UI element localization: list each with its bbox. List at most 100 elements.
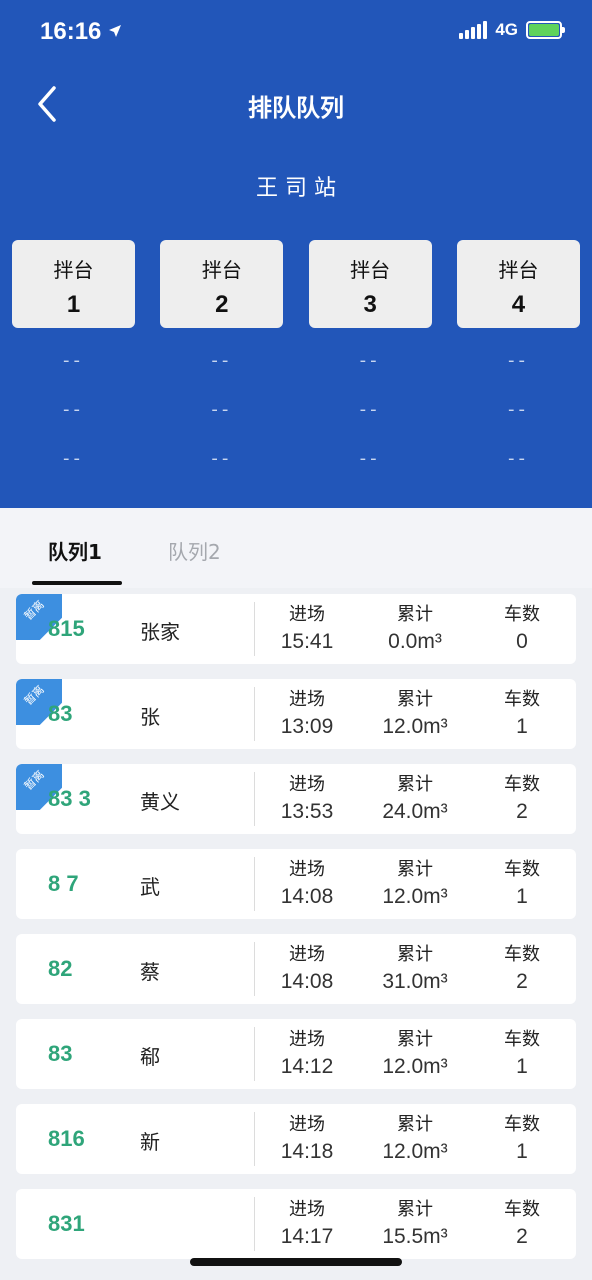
total-cell: 累计 15.5m³ <box>360 1195 470 1249</box>
total-cell: 累计 0.0m³ <box>360 600 470 654</box>
total-cell: 累计 12.0m³ <box>360 1025 470 1079</box>
entry-cell: 进场 15:41 <box>252 600 362 654</box>
slot-placeholder: -- <box>63 448 84 469</box>
slot-placeholder: -- <box>359 350 381 371</box>
entry-label: 进场 <box>289 1199 325 1220</box>
bay-1-button[interactable]: 拌台 1 <box>12 240 135 328</box>
count-label: 车数 <box>504 774 540 795</box>
entry-time: 13:09 <box>280 715 334 738</box>
count-cell: 车数 2 <box>467 770 577 824</box>
bay-2-slots: -- -- -- <box>160 348 283 495</box>
status-time: 16:16 <box>40 18 102 45</box>
tab-queue-2[interactable]: 队列2 <box>168 536 221 565</box>
slot-placeholder: -- <box>507 448 529 469</box>
entry-time: 14:08 <box>280 970 334 993</box>
queue-row[interactable]: 83 郗 进场 14:12 累计 12.0m³ 车数 1 <box>16 1019 576 1089</box>
battery-charging-icon <box>526 21 565 39</box>
home-indicator[interactable] <box>190 1258 402 1266</box>
entry-cell: 进场 13:53 <box>252 770 362 824</box>
total-volume: 12.0m³ <box>382 715 448 738</box>
count-cell: 车数 1 <box>467 1110 577 1164</box>
entry-cell: 进场 14:08 <box>252 940 362 994</box>
entry-label: 进场 <box>289 1029 325 1050</box>
slot-placeholder: -- <box>507 350 529 371</box>
bay-list: 拌台 1 拌台 2 拌台 3 拌台 4 <box>12 240 580 328</box>
plate-number: 83 3 <box>48 786 91 811</box>
total-label: 累计 <box>397 1029 433 1050</box>
queue-row[interactable]: 暂离 83 张 进场 13:09 累计 12.0m³ 车数 1 <box>16 679 576 749</box>
queue-tabs: 队列1 队列2 <box>0 508 592 588</box>
bay-3-slots: -- -- -- <box>309 348 432 495</box>
count-label: 车数 <box>504 1114 540 1135</box>
entry-label: 进场 <box>289 604 325 625</box>
status-right: 4G <box>459 20 565 40</box>
count-label: 车数 <box>504 1029 540 1050</box>
network-type: 4G <box>495 20 518 39</box>
queue-row[interactable]: 831 进场 14:17 累计 15.5m³ 车数 2 <box>16 1189 576 1259</box>
queue-row[interactable]: 816 新 进场 14:18 累计 12.0m³ 车数 1 <box>16 1104 576 1174</box>
queue-row[interactable]: 暂离 83 3 黄义 进场 13:53 累计 24.0m³ 车数 2 <box>16 764 576 834</box>
total-volume: 15.5m³ <box>382 1225 448 1248</box>
trip-count: 2 <box>516 1225 528 1248</box>
total-label: 累计 <box>397 604 433 625</box>
count-label: 车数 <box>504 944 540 965</box>
bay-number: 2 <box>215 291 229 318</box>
total-volume: 12.0m³ <box>382 1055 448 1078</box>
trip-count: 0 <box>516 630 528 653</box>
bay-label: 拌台 <box>201 258 242 282</box>
station-name: 王 司 站 <box>256 176 336 201</box>
slot-placeholder: -- <box>359 448 381 469</box>
status-bar: 16:16 4G <box>0 0 592 64</box>
tab-active-indicator <box>32 581 122 585</box>
slot-placeholder: -- <box>211 350 233 371</box>
bay-3-button[interactable]: 拌台 3 <box>308 240 432 328</box>
entry-cell: 进场 14:18 <box>252 1110 362 1164</box>
bay-4-slots: -- -- -- <box>457 348 580 495</box>
count-label: 车数 <box>504 689 540 710</box>
slot-placeholder: -- <box>507 399 529 420</box>
total-volume: 12.0m³ <box>382 1140 448 1163</box>
entry-cell: 进场 14:17 <box>252 1195 362 1249</box>
total-cell: 累计 12.0m³ <box>360 855 470 909</box>
entry-time: 15:41 <box>280 630 334 653</box>
bay-number: 3 <box>363 291 377 318</box>
entry-label: 进场 <box>289 1114 325 1135</box>
total-cell: 累计 12.0m³ <box>360 685 470 739</box>
trip-count: 1 <box>516 885 528 908</box>
slot-placeholder: -- <box>211 399 233 420</box>
slot-placeholder: -- <box>63 399 84 420</box>
entry-time: 14:17 <box>280 1225 334 1248</box>
driver-name: 张 <box>140 705 160 729</box>
bay-4-button[interactable]: 拌台 4 <box>456 240 580 328</box>
bay-2-button[interactable]: 拌台 2 <box>160 240 284 328</box>
header: 16:16 4G 排队队列 王 司 站 拌台 1 拌台 2 拌台 3 拌台 4 … <box>0 0 592 508</box>
slot-placeholder: -- <box>359 399 381 420</box>
entry-time: 14:12 <box>280 1055 334 1078</box>
queue-row[interactable]: 暂离 815 张家 进场 15:41 累计 0.0m³ 车数 0 <box>16 594 576 664</box>
total-cell: 累计 24.0m³ <box>360 770 470 824</box>
total-cell: 累计 31.0m³ <box>360 940 470 994</box>
total-volume: 12.0m³ <box>382 885 448 908</box>
tab-queue-1[interactable]: 队列1 <box>48 536 102 565</box>
entry-time: 14:18 <box>280 1140 334 1163</box>
queue-row[interactable]: 8 7 武 进场 14:08 累计 12.0m³ 车数 1 <box>16 849 576 919</box>
entry-label: 进场 <box>289 859 325 880</box>
bay-label: 拌台 <box>53 258 94 282</box>
count-cell: 车数 1 <box>467 1025 577 1079</box>
entry-cell: 进场 13:09 <box>252 685 362 739</box>
location-arrow-icon <box>109 25 121 37</box>
entry-time: 13:53 <box>280 800 334 823</box>
bay-label: 拌台 <box>498 258 539 282</box>
trip-count: 1 <box>516 1055 528 1078</box>
bay-slots: -- -- -- -- -- -- -- -- -- -- -- -- <box>12 348 580 495</box>
plate-number: 815 <box>48 616 85 641</box>
slot-placeholder: -- <box>63 350 84 371</box>
bay-number: 1 <box>66 291 81 318</box>
entry-label: 进场 <box>289 689 325 710</box>
bay-number: 4 <box>511 291 526 318</box>
trip-count: 2 <box>516 970 528 993</box>
trip-count: 1 <box>516 715 528 738</box>
count-cell: 车数 1 <box>467 685 577 739</box>
count-label: 车数 <box>504 1199 540 1220</box>
queue-row[interactable]: 82 蔡 进场 14:08 累计 31.0m³ 车数 2 <box>16 934 576 1004</box>
